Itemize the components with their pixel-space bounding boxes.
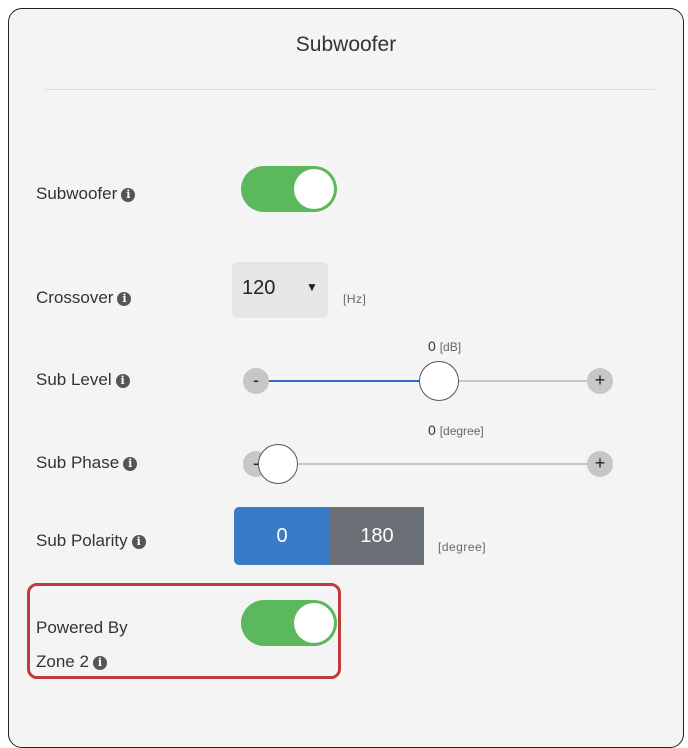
sub-phase-label-text: Sub Phase xyxy=(36,453,120,472)
sub-phase-label: Sub Phase i xyxy=(36,449,138,477)
caret-down-icon: ▼ xyxy=(306,280,318,294)
polarity-option-180[interactable]: 180 xyxy=(330,507,424,565)
crossover-label: Crossover i xyxy=(36,284,132,312)
toggle-knob xyxy=(294,169,334,209)
sub-level-value-label: 0 [dB] xyxy=(428,338,461,354)
sub-phase-unit: [degree] xyxy=(439,424,484,438)
panel-title: Subwoofer xyxy=(295,33,397,56)
sub-level-plus-button[interactable]: + xyxy=(587,368,613,394)
polarity-option-0[interactable]: 0 xyxy=(234,507,330,565)
info-icon[interactable]: i xyxy=(92,656,107,670)
powered-by-label-line1: Powered By xyxy=(36,618,128,637)
sub-phase-plus-button[interactable]: + xyxy=(587,451,613,477)
powered-by-zone2-toggle[interactable] xyxy=(241,600,337,646)
sub-level-slider-thumb[interactable] xyxy=(419,361,460,401)
subwoofer-label-text: Subwoofer xyxy=(36,184,118,203)
sub-level-unit: [dB] xyxy=(439,340,462,354)
sub-phase-slider-thumb[interactable] xyxy=(258,444,298,484)
toggle-knob xyxy=(294,603,334,643)
info-icon[interactable]: i xyxy=(123,457,138,471)
info-icon[interactable]: i xyxy=(131,535,146,549)
info-icon[interactable]: i xyxy=(115,374,130,388)
title-divider xyxy=(45,89,655,90)
subwoofer-label: Subwoofer i xyxy=(36,180,136,208)
sub-phase-value-label: 0 [degree] xyxy=(428,422,484,438)
crossover-select[interactable]: 120 ▼ xyxy=(232,262,328,318)
sub-level-label: Sub Level i xyxy=(36,366,130,394)
sub-level-label-text: Sub Level xyxy=(36,370,112,389)
sub-phase-value: 0 xyxy=(428,422,436,438)
sub-polarity-label: Sub Polarity i xyxy=(36,527,146,555)
sub-polarity-unit: [degree] xyxy=(438,540,487,554)
info-icon[interactable]: i xyxy=(117,292,132,306)
sub-polarity-label-text: Sub Polarity xyxy=(36,531,128,550)
crossover-label-text: Crossover xyxy=(36,288,114,307)
powered-by-label-line2: Zone 2i xyxy=(36,648,107,676)
powered-by-label-line2-text: Zone 2 xyxy=(36,652,89,671)
info-icon[interactable]: i xyxy=(121,188,136,202)
crossover-value: 120 xyxy=(242,277,276,299)
sub-level-value: 0 xyxy=(428,338,436,354)
sub-level-fill xyxy=(258,380,440,382)
crossover-unit: [Hz] xyxy=(343,292,367,306)
subwoofer-toggle[interactable] xyxy=(241,166,337,212)
sub-level-minus-button[interactable]: - xyxy=(243,368,269,394)
sub-phase-track[interactable] xyxy=(258,463,602,465)
